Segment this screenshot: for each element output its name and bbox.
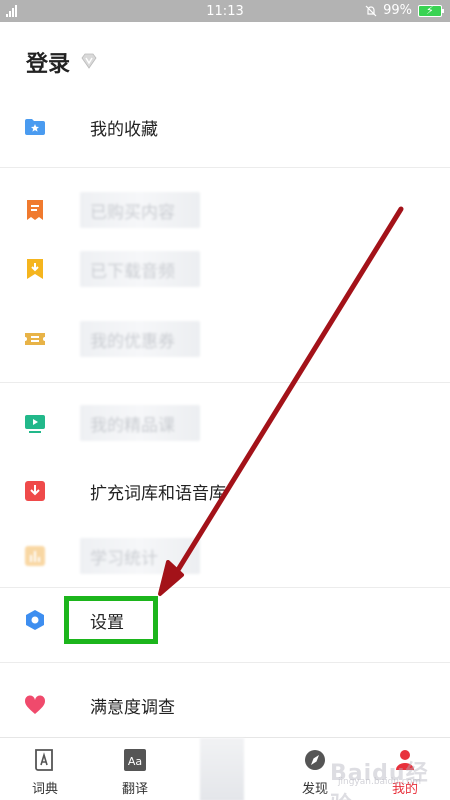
diamond-v-icon[interactable] bbox=[80, 53, 98, 69]
watermark-url: jingyan.baidu.com bbox=[338, 777, 422, 787]
menu-label-blurred: 我的优惠券 bbox=[80, 321, 200, 357]
status-bar: 11:13 99% ⚡ bbox=[0, 0, 450, 22]
bar-chart-icon bbox=[25, 546, 45, 566]
menu-item-downloaded[interactable]: 已下载音频 bbox=[0, 239, 450, 299]
menu-item-coupons[interactable]: 我的优惠券 bbox=[0, 309, 450, 369]
receipt-icon bbox=[27, 200, 43, 220]
video-play-icon bbox=[25, 415, 45, 433]
menu-label: 我的收藏 bbox=[90, 120, 158, 140]
divider bbox=[0, 382, 450, 383]
compass-icon bbox=[305, 750, 325, 770]
divider bbox=[0, 167, 450, 168]
menu-label: 扩充词库和语音库 bbox=[90, 484, 226, 504]
ticket-icon bbox=[25, 333, 45, 345]
battery-percent: 99% bbox=[383, 3, 412, 18]
menu-label-blurred: 已购买内容 bbox=[80, 192, 200, 228]
menu-item-stats[interactable]: 学习统计 bbox=[0, 526, 450, 586]
login-link[interactable]: 登录 bbox=[26, 46, 70, 78]
tab-translate[interactable]: Aa 翻译 bbox=[100, 738, 170, 800]
folder-star-icon bbox=[25, 119, 45, 135]
book-a-icon bbox=[35, 749, 53, 771]
battery-icon: ⚡ bbox=[418, 4, 444, 17]
menu-label-blurred: 我的精品课 bbox=[80, 405, 200, 441]
download-bookmark-icon bbox=[27, 259, 43, 279]
divider bbox=[0, 587, 450, 588]
menu-item-favorites[interactable]: 我的收藏 bbox=[0, 97, 450, 157]
menu-label-blurred: 学习统计 bbox=[80, 538, 200, 574]
hexagon-settings-icon bbox=[26, 610, 44, 630]
settings-highlight-box bbox=[64, 596, 158, 644]
menu-item-survey[interactable]: 满意度调查 bbox=[0, 675, 450, 735]
menu-item-courses[interactable]: 我的精品课 bbox=[0, 393, 450, 453]
mute-bell-icon bbox=[365, 5, 377, 16]
divider bbox=[0, 662, 450, 663]
menu-label: 满意度调查 bbox=[90, 698, 175, 718]
heart-icon bbox=[24, 695, 46, 714]
tab-label: 词典 bbox=[31, 782, 58, 797]
translate-aa-icon: Aa bbox=[124, 749, 146, 771]
profile-header: 登录 bbox=[0, 22, 450, 92]
tab-label: 翻译 bbox=[121, 782, 148, 797]
svg-text:Aa: Aa bbox=[128, 755, 142, 768]
download-box-icon bbox=[25, 481, 45, 501]
menu-item-purchased[interactable]: 已购买内容 bbox=[0, 180, 450, 240]
blurred-tab bbox=[200, 738, 244, 800]
tab-dict[interactable]: 词典 bbox=[10, 738, 80, 800]
menu-item-dict-voice[interactable]: 扩充词库和语音库 bbox=[0, 461, 450, 521]
menu-label-blurred: 已下载音频 bbox=[80, 251, 200, 287]
